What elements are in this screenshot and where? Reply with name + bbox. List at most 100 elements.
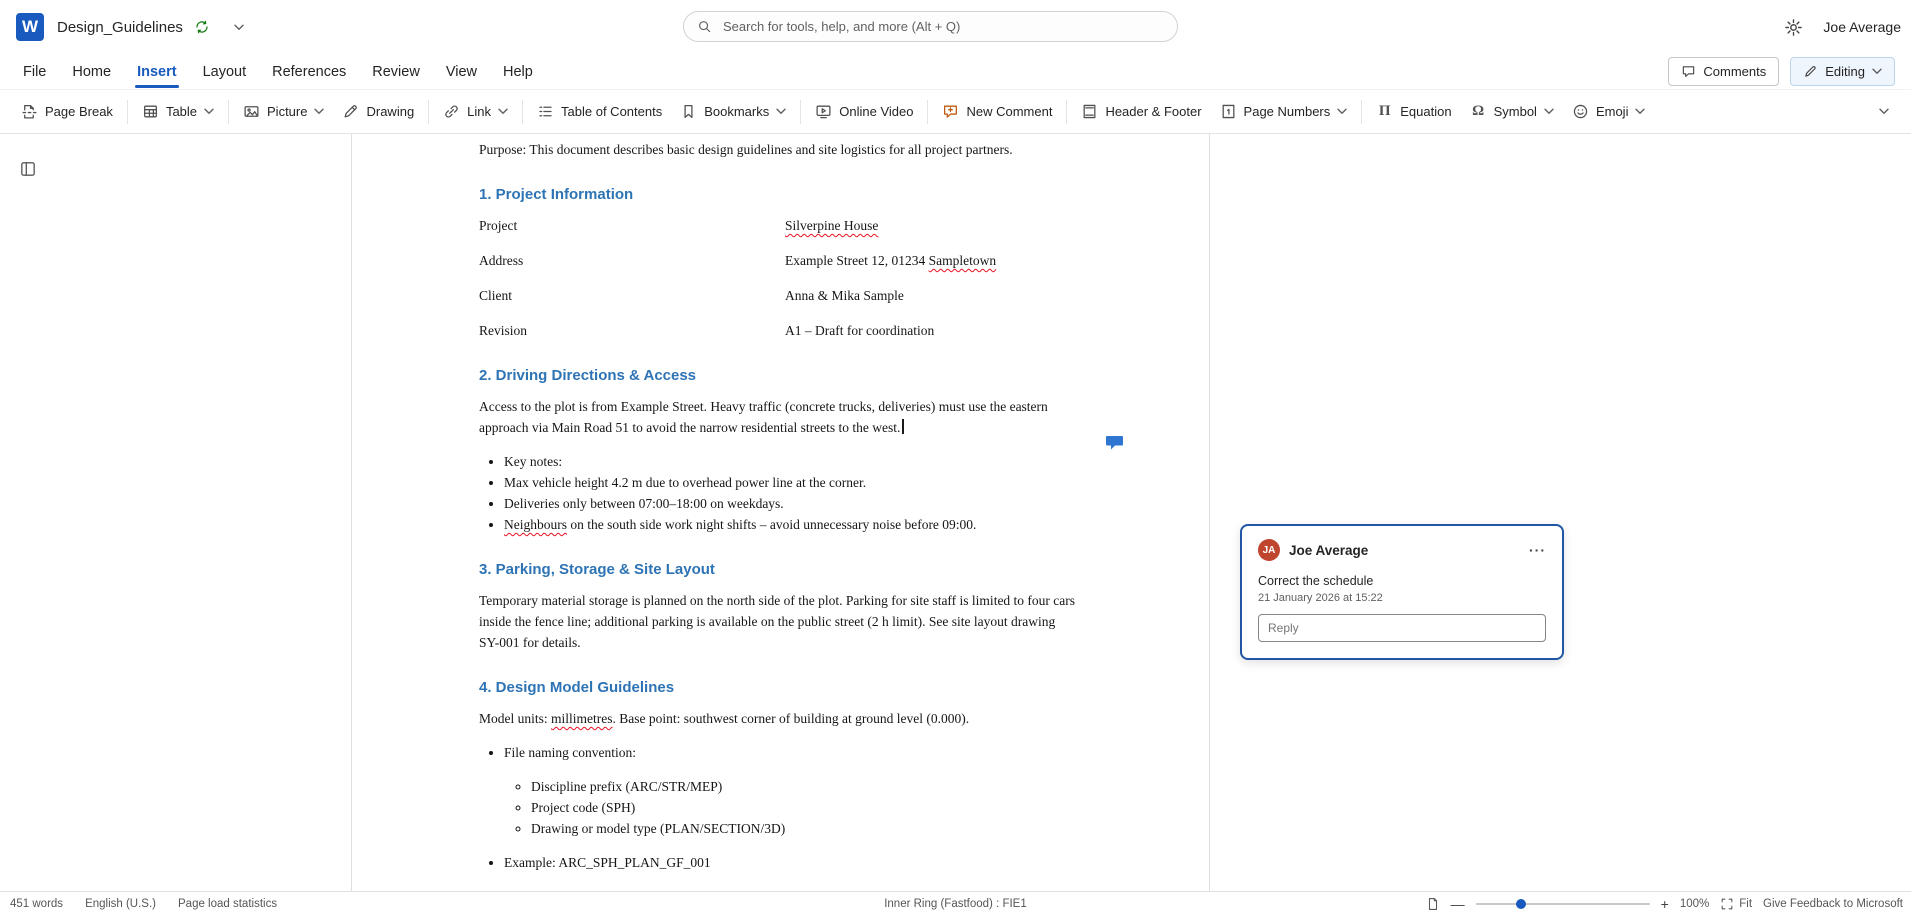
chevron-down-icon (204, 108, 214, 115)
table-of-contents-button[interactable]: Table of Contents (528, 95, 671, 128)
fit-to-page-button[interactable]: Fit (1720, 897, 1752, 911)
document-title[interactable]: Design_Guidelines (57, 19, 183, 36)
document-page[interactable]: Purpose: This document describes basic d… (351, 134, 1210, 891)
ribbon-separator (800, 100, 801, 124)
paragraph-purpose: Purpose: This document describes basic d… (479, 139, 1077, 160)
symbol-button[interactable]: Ω Symbol (1461, 95, 1563, 128)
comment-text: Correct the schedule (1258, 574, 1546, 588)
tab-review[interactable]: Review (359, 54, 433, 90)
titlebar: W Design_Guidelines Joe Average (0, 0, 1911, 54)
tab-references[interactable]: References (259, 54, 359, 90)
table-of-contents-icon (537, 103, 554, 120)
tab-help[interactable]: Help (490, 54, 546, 90)
zoom-in-button[interactable]: + (1661, 897, 1669, 911)
chevron-down-icon (498, 108, 508, 115)
editing-mode-button[interactable]: Editing (1790, 57, 1895, 86)
tab-layout[interactable]: Layout (190, 54, 260, 90)
paragraph-access: Access to the plot is from Example Stree… (479, 396, 1077, 438)
reading-view-icon[interactable] (1426, 897, 1440, 911)
avatar: JA (1258, 539, 1280, 561)
tab-view[interactable]: View (433, 54, 490, 90)
tab-insert[interactable]: Insert (124, 54, 190, 90)
bullet-list-file-naming: File naming convention: Discipline prefi… (479, 742, 1077, 873)
paragraph-storage: Temporary material storage is planned on… (479, 590, 1077, 653)
zoom-slider-thumb[interactable] (1516, 899, 1526, 909)
ribbon-separator (127, 100, 128, 124)
ribbon-separator (228, 100, 229, 124)
paragraph-model-units: Model units: millimetres. Base point: so… (479, 708, 1077, 729)
bookmarks-button[interactable]: Bookmarks (671, 95, 795, 128)
page-load-statistics[interactable]: Page load statistics (178, 898, 277, 910)
title-chevron-down-icon[interactable] (234, 24, 244, 31)
symbol-omega-icon: Ω (1470, 103, 1487, 120)
saved-sync-icon[interactable] (194, 19, 210, 35)
word-logo-icon[interactable]: W (16, 13, 44, 41)
table-button[interactable]: Table (133, 95, 223, 128)
ribbon-separator (522, 100, 523, 124)
header-footer-button[interactable]: Header & Footer (1072, 95, 1210, 128)
comment-more-options-button[interactable]: ··· (1529, 545, 1546, 555)
bookmark-icon (680, 103, 697, 120)
new-comment-button[interactable]: New Comment (933, 95, 1061, 128)
info-row-revision: RevisionA1 – Draft for coordination (479, 320, 1077, 341)
heading-parking-storage: 3. Parking, Storage & Site Layout (479, 559, 1077, 580)
emoji-smiley-icon (1572, 103, 1589, 120)
comment-reply-input[interactable] (1258, 614, 1546, 642)
ribbon-separator (927, 100, 928, 124)
language-indicator[interactable]: English (U.S.) (85, 898, 156, 910)
document-canvas: Purpose: This document describes basic d… (0, 134, 1911, 891)
text-cursor (902, 419, 904, 434)
info-row-client: ClientAnna & Mika Sample (479, 285, 1077, 306)
global-search-box[interactable] (683, 11, 1178, 42)
bullet-list-key-notes: Key notes: Max vehicle height 4.2 m due … (479, 451, 1077, 535)
comment-header: JA Joe Average ··· (1258, 539, 1546, 561)
search-input[interactable] (721, 18, 1164, 35)
comments-button[interactable]: Comments (1668, 57, 1779, 86)
navigation-pane-toggle-button[interactable] (16, 157, 40, 181)
page-numbers-button[interactable]: Page Numbers (1211, 95, 1357, 128)
link-button[interactable]: Link (434, 95, 517, 128)
spellcheck-word: Sampletown (929, 253, 997, 268)
emoji-button[interactable]: Emoji (1563, 95, 1655, 128)
statusbar: 451 words English (U.S.) Page load stati… (0, 891, 1911, 915)
ribbon-separator (1066, 100, 1067, 124)
sidebar-pane-icon (19, 160, 37, 178)
tab-file[interactable]: File (10, 54, 59, 90)
page-break-button[interactable]: Page Break (12, 95, 122, 128)
heading-project-information: 1. Project Information (479, 184, 1077, 205)
new-comment-icon (942, 103, 959, 120)
zoom-level[interactable]: 100% (1680, 898, 1709, 910)
page-break-icon (21, 103, 38, 120)
zoom-slider[interactable] (1476, 898, 1650, 910)
zoom-out-button[interactable]: — (1451, 897, 1465, 911)
word-count[interactable]: 451 words (10, 898, 63, 910)
settings-gear-icon[interactable] (1784, 18, 1803, 37)
comment-card[interactable]: JA Joe Average ··· Correct the schedule … (1240, 524, 1564, 660)
feedback-link[interactable]: Give Feedback to Microsoft (1763, 898, 1903, 910)
tab-home[interactable]: Home (59, 54, 124, 90)
chevron-down-icon (1337, 108, 1347, 115)
drawing-pen-icon (342, 103, 359, 120)
equation-button[interactable]: Π Equation (1367, 95, 1460, 128)
chevron-down-icon (1872, 68, 1882, 75)
search-icon (697, 19, 712, 34)
sub-bullet-list: Discipline prefix (ARC/STR/MEP) Project … (504, 776, 1077, 839)
chevron-down-icon (314, 108, 324, 115)
picture-button[interactable]: Picture (234, 95, 333, 128)
ribbon-collapse-chevron-icon[interactable] (1879, 108, 1889, 115)
chevron-down-icon (1544, 108, 1554, 115)
heading-driving-directions: 2. Driving Directions & Access (479, 365, 1077, 386)
page-numbers-icon (1220, 103, 1237, 120)
table-icon (142, 103, 159, 120)
header-footer-icon (1081, 103, 1098, 120)
ribbon-separator (428, 100, 429, 124)
comment-timestamp: 21 January 2026 at 15:22 (1258, 592, 1546, 604)
drawing-button[interactable]: Drawing (333, 95, 423, 128)
comment-anchor-icon[interactable] (1105, 434, 1124, 451)
user-account-name[interactable]: Joe Average (1823, 19, 1901, 35)
chevron-down-icon (1635, 108, 1645, 115)
fit-icon (1720, 897, 1734, 911)
ribbon-separator (1361, 100, 1362, 124)
online-video-button[interactable]: Online Video (806, 95, 922, 128)
info-row-project: ProjectSilverpine House (479, 215, 1077, 236)
